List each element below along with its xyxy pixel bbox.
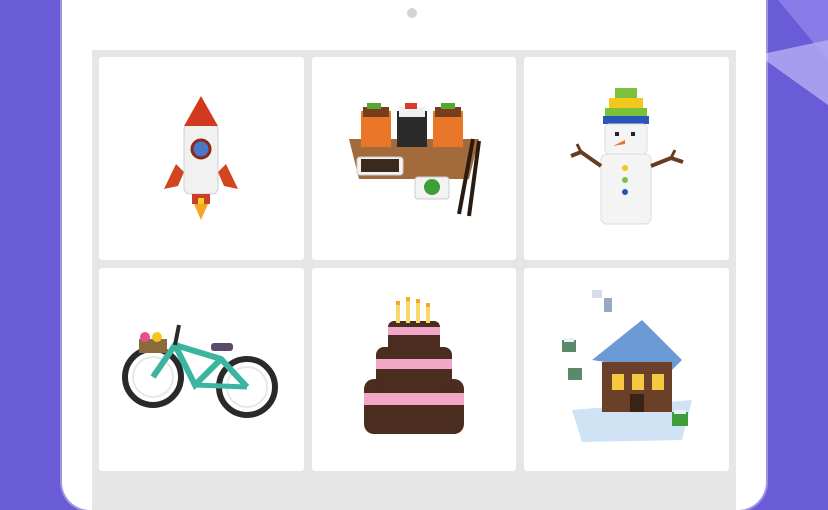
model-gallery-grid: [92, 50, 736, 510]
voxel-bicycle-icon: [122, 324, 279, 418]
voxel-rocket-icon: [164, 95, 239, 220]
voxel-cake-icon: [363, 297, 464, 434]
voxel-snowman-icon: [569, 88, 684, 225]
gallery-tile-snowman[interactable]: [524, 57, 729, 260]
tablet-device: [62, 0, 766, 510]
gallery-tile-sushi[interactable]: [311, 57, 517, 260]
gallery-tile-rocket[interactable]: [99, 57, 304, 260]
front-camera: [407, 8, 417, 18]
voxel-snow-house-icon: [561, 289, 692, 442]
background-decoration: [758, 0, 828, 105]
voxel-sushi-icon: [348, 102, 481, 216]
gallery-tile-house[interactable]: [524, 268, 729, 471]
gallery-tile-bicycle[interactable]: [99, 268, 304, 471]
gallery-tile-cake[interactable]: [311, 268, 517, 471]
